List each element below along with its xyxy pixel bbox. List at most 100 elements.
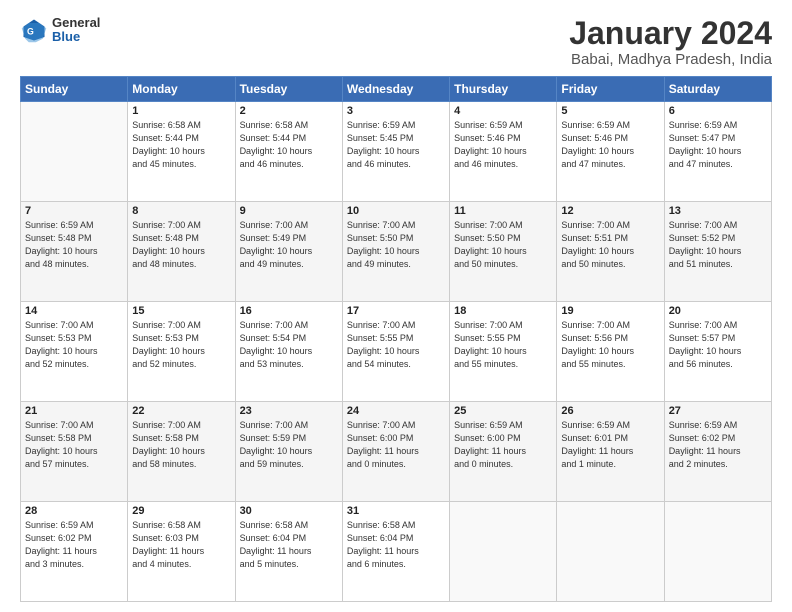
day-info-3-3: Sunrise: 7:00 AM Sunset: 6:00 PM Dayligh… xyxy=(347,419,445,471)
day-num-4-3: 31 xyxy=(347,505,445,517)
cell-0-6: 6Sunrise: 6:59 AM Sunset: 5:47 PM Daylig… xyxy=(664,102,771,202)
day-num-3-6: 27 xyxy=(669,405,767,417)
day-num-1-0: 7 xyxy=(25,205,123,217)
page: G General Blue January 2024 Babai, Madhy… xyxy=(0,0,792,612)
day-num-2-4: 18 xyxy=(454,305,552,317)
day-info-1-0: Sunrise: 6:59 AM Sunset: 5:48 PM Dayligh… xyxy=(25,219,123,271)
day-info-2-5: Sunrise: 7:00 AM Sunset: 5:56 PM Dayligh… xyxy=(561,319,659,371)
day-num-4-2: 30 xyxy=(240,505,338,517)
cell-1-2: 9 Sunrise: 7:00 AM Sunset: 5:49 PM Daylig… xyxy=(235,202,342,302)
day-num-2-5: 19 xyxy=(561,305,659,317)
week-row-1: 7 Sunrise: 6:59 AM Sunset: 5:48 PM Daylig… xyxy=(21,202,772,302)
header-wednesday: Wednesday xyxy=(342,77,449,102)
day-info-1-2: Sunrise: 7:00 AM Sunset: 5:49 PM Dayligh… xyxy=(240,219,338,271)
logo: G General Blue xyxy=(20,16,100,45)
day-info-3-2: Sunrise: 7:00 AM Sunset: 5:59 PM Dayligh… xyxy=(240,419,338,471)
sub-title: Babai, Madhya Pradesh, India xyxy=(569,51,772,68)
cell-2-1: 15Sunrise: 7:00 AM Sunset: 5:53 PM Dayli… xyxy=(128,302,235,402)
week-row-4: 28 Sunrise: 6:59 AM Sunset: 6:02 PM Dayli… xyxy=(21,502,772,602)
day-info-1-4: Sunrise: 7:00 AM Sunset: 5:50 PM Dayligh… xyxy=(454,219,552,271)
logo-text: General Blue xyxy=(52,16,100,45)
day-num-0-6: 6 xyxy=(669,105,767,117)
cell-2-5: 19 Sunrise: 7:00 AM Sunset: 5:56 PM Dayli… xyxy=(557,302,664,402)
day-info-4-1: Sunrise: 6:58 AM Sunset: 6:03 PM Dayligh… xyxy=(132,519,230,571)
day-num-1-6: 13 xyxy=(669,205,767,217)
cell-1-0: 7 Sunrise: 6:59 AM Sunset: 5:48 PM Daylig… xyxy=(21,202,128,302)
logo-blue: Blue xyxy=(52,30,100,44)
day-info-0-2: Sunrise: 6:58 AM Sunset: 5:44 PM Dayligh… xyxy=(240,119,338,171)
cell-3-5: 26 Sunrise: 6:59 AM Sunset: 6:01 PM Dayli… xyxy=(557,402,664,502)
day-num-0-2: 2 xyxy=(240,105,338,117)
day-info-4-0: Sunrise: 6:59 AM Sunset: 6:02 PM Dayligh… xyxy=(25,519,123,571)
day-num-2-3: 17 xyxy=(347,305,445,317)
cell-1-1: 8 Sunrise: 7:00 AM Sunset: 5:48 PM Daylig… xyxy=(128,202,235,302)
day-info-1-5: Sunrise: 7:00 AM Sunset: 5:51 PM Dayligh… xyxy=(561,219,659,271)
day-num-1-5: 12 xyxy=(561,205,659,217)
day-info-0-5: Sunrise: 6:59 AM Sunset: 5:46 PM Dayligh… xyxy=(561,119,659,171)
day-num-3-4: 25 xyxy=(454,405,552,417)
cell-0-4: 4Sunrise: 6:59 AM Sunset: 5:46 PM Daylig… xyxy=(450,102,557,202)
cell-3-6: 27 Sunrise: 6:59 AM Sunset: 6:02 PM Dayli… xyxy=(664,402,771,502)
cell-4-0: 28 Sunrise: 6:59 AM Sunset: 6:02 PM Dayli… xyxy=(21,502,128,602)
day-num-1-3: 10 xyxy=(347,205,445,217)
header-tuesday: Tuesday xyxy=(235,77,342,102)
logo-general: General xyxy=(52,16,100,30)
cell-2-4: 18 Sunrise: 7:00 AM Sunset: 5:55 PM Dayli… xyxy=(450,302,557,402)
cell-3-2: 23 Sunrise: 7:00 AM Sunset: 5:59 PM Dayli… xyxy=(235,402,342,502)
cell-3-3: 24 Sunrise: 7:00 AM Sunset: 6:00 PM Dayli… xyxy=(342,402,449,502)
day-info-2-3: Sunrise: 7:00 AM Sunset: 5:55 PM Dayligh… xyxy=(347,319,445,371)
header: G General Blue January 2024 Babai, Madhy… xyxy=(20,16,772,68)
title-block: January 2024 Babai, Madhya Pradesh, Indi… xyxy=(569,16,772,68)
day-num-1-2: 9 xyxy=(240,205,338,217)
day-info-2-6: Sunrise: 7:00 AM Sunset: 5:57 PM Dayligh… xyxy=(669,319,767,371)
day-num-1-4: 11 xyxy=(454,205,552,217)
day-info-3-4: Sunrise: 6:59 AM Sunset: 6:00 PM Dayligh… xyxy=(454,419,552,471)
cell-1-3: 10 Sunrise: 7:00 AM Sunset: 5:50 PM Dayli… xyxy=(342,202,449,302)
day-info-3-6: Sunrise: 6:59 AM Sunset: 6:02 PM Dayligh… xyxy=(669,419,767,471)
day-info-0-3: Sunrise: 6:59 AM Sunset: 5:45 PM Dayligh… xyxy=(347,119,445,171)
day-num-2-0: 14 xyxy=(25,305,123,317)
day-num-3-5: 26 xyxy=(561,405,659,417)
logo-icon: G xyxy=(20,16,48,44)
day-info-3-0: Sunrise: 7:00 AM Sunset: 5:58 PM Dayligh… xyxy=(25,419,123,471)
day-info-3-5: Sunrise: 6:59 AM Sunset: 6:01 PM Dayligh… xyxy=(561,419,659,471)
day-info-0-1: Sunrise: 6:58 AM Sunset: 5:44 PM Dayligh… xyxy=(132,119,230,171)
day-num-0-4: 4 xyxy=(454,105,552,117)
day-num-0-5: 5 xyxy=(561,105,659,117)
day-info-1-3: Sunrise: 7:00 AM Sunset: 5:50 PM Dayligh… xyxy=(347,219,445,271)
cell-2-6: 20Sunrise: 7:00 AM Sunset: 5:57 PM Dayli… xyxy=(664,302,771,402)
cell-3-4: 25 Sunrise: 6:59 AM Sunset: 6:00 PM Dayli… xyxy=(450,402,557,502)
day-num-4-1: 29 xyxy=(132,505,230,517)
day-info-4-3: Sunrise: 6:58 AM Sunset: 6:04 PM Dayligh… xyxy=(347,519,445,571)
day-num-3-3: 24 xyxy=(347,405,445,417)
header-monday: Monday xyxy=(128,77,235,102)
cell-0-5: 5 Sunrise: 6:59 AM Sunset: 5:46 PM Daylig… xyxy=(557,102,664,202)
day-info-2-0: Sunrise: 7:00 AM Sunset: 5:53 PM Dayligh… xyxy=(25,319,123,371)
day-num-3-2: 23 xyxy=(240,405,338,417)
day-info-2-1: Sunrise: 7:00 AM Sunset: 5:53 PM Dayligh… xyxy=(132,319,230,371)
calendar-table: Sunday Monday Tuesday Wednesday Thursday… xyxy=(20,76,772,602)
cell-1-6: 13 Sunrise: 7:00 AM Sunset: 5:52 PM Dayli… xyxy=(664,202,771,302)
day-num-0-3: 3 xyxy=(347,105,445,117)
day-info-4-2: Sunrise: 6:58 AM Sunset: 6:04 PM Dayligh… xyxy=(240,519,338,571)
cell-0-1: 1Sunrise: 6:58 AM Sunset: 5:44 PM Daylig… xyxy=(128,102,235,202)
header-saturday: Saturday xyxy=(664,77,771,102)
cell-4-2: 30 Sunrise: 6:58 AM Sunset: 6:04 PM Dayli… xyxy=(235,502,342,602)
day-info-1-6: Sunrise: 7:00 AM Sunset: 5:52 PM Dayligh… xyxy=(669,219,767,271)
cell-4-5 xyxy=(557,502,664,602)
cell-3-1: 22Sunrise: 7:00 AM Sunset: 5:58 PM Dayli… xyxy=(128,402,235,502)
day-num-4-0: 28 xyxy=(25,505,123,517)
header-thursday: Thursday xyxy=(450,77,557,102)
header-sunday: Sunday xyxy=(21,77,128,102)
cell-4-4 xyxy=(450,502,557,602)
cell-2-2: 16Sunrise: 7:00 AM Sunset: 5:54 PM Dayli… xyxy=(235,302,342,402)
day-num-1-1: 8 xyxy=(132,205,230,217)
cell-4-6 xyxy=(664,502,771,602)
svg-text:G: G xyxy=(27,27,34,37)
week-row-3: 21Sunrise: 7:00 AM Sunset: 5:58 PM Dayli… xyxy=(21,402,772,502)
day-info-1-1: Sunrise: 7:00 AM Sunset: 5:48 PM Dayligh… xyxy=(132,219,230,271)
day-info-2-4: Sunrise: 7:00 AM Sunset: 5:55 PM Dayligh… xyxy=(454,319,552,371)
cell-1-4: 11 Sunrise: 7:00 AM Sunset: 5:50 PM Dayli… xyxy=(450,202,557,302)
day-info-2-2: Sunrise: 7:00 AM Sunset: 5:54 PM Dayligh… xyxy=(240,319,338,371)
cell-4-3: 31 Sunrise: 6:58 AM Sunset: 6:04 PM Dayli… xyxy=(342,502,449,602)
